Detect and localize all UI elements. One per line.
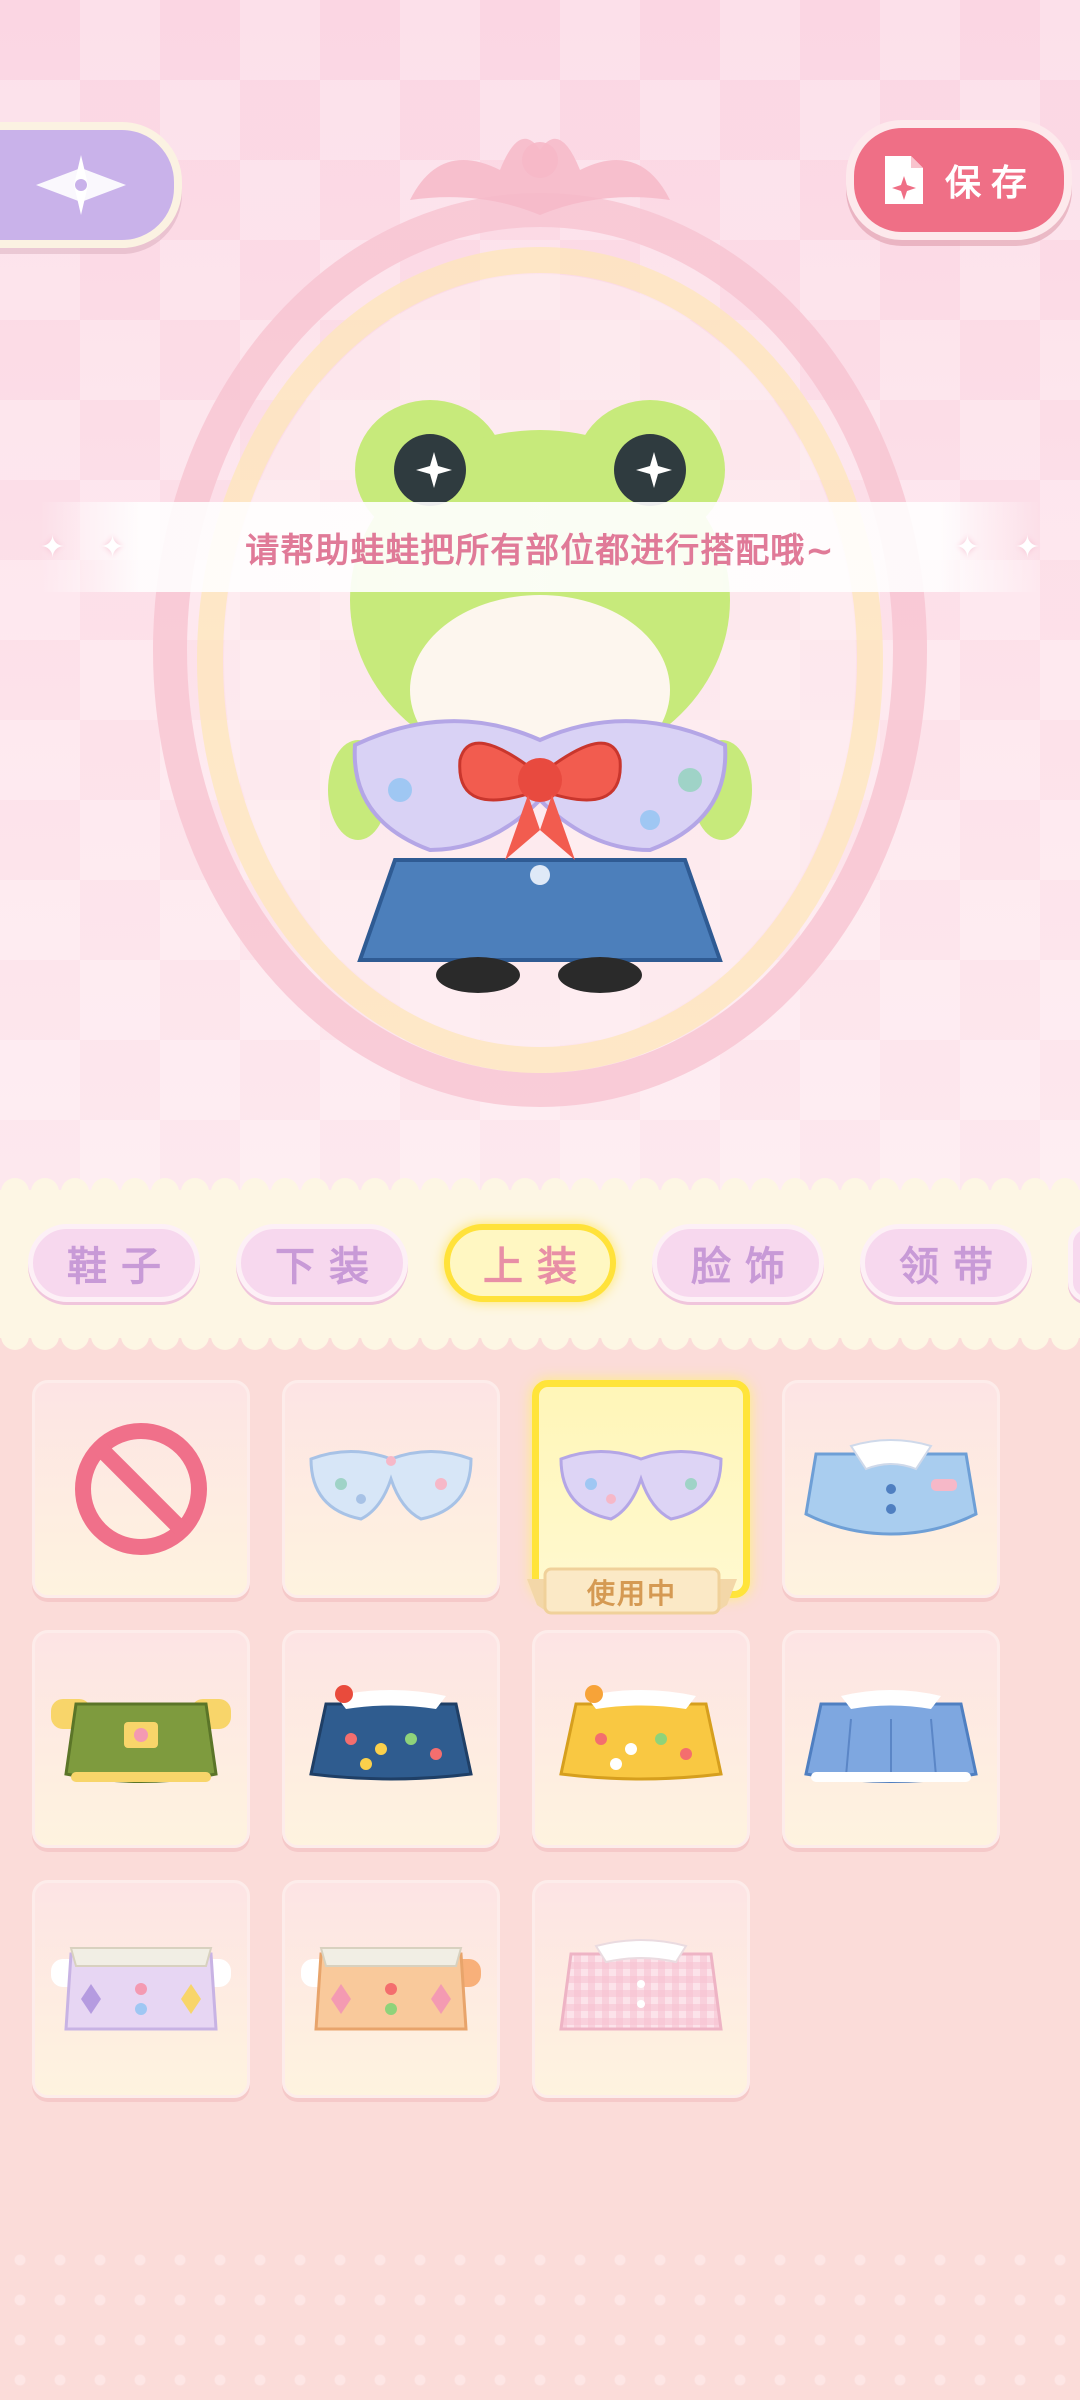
item-blue-floral-collar[interactable]: [282, 1380, 500, 1598]
bottom-decorative-pattern: [0, 2240, 1080, 2400]
dress-icon: [559, 1685, 723, 1781]
category-tab-bar: 鞋子 下装 上装 脸饰 领带: [0, 1176, 1080, 1352]
tab-ties[interactable]: 领带: [860, 1224, 1032, 1302]
dress-icon: [309, 1685, 473, 1781]
hint-text: 请帮助蛙蛙把所有部位都进行搭配哦~: [245, 530, 835, 571]
top-icon: [51, 1947, 231, 2031]
winged-star-back-icon: [36, 155, 126, 215]
tab-row: 鞋子 下装 上装 脸饰 领带: [28, 1224, 1080, 1302]
overalls-icon: [804, 1690, 978, 1783]
tab-next-partial[interactable]: [1068, 1224, 1080, 1302]
item-yellow-polka-dot-dress[interactable]: [532, 1630, 750, 1848]
item-navy-polka-dot-dress[interactable]: [282, 1630, 500, 1848]
in-use-badge: 使用中: [527, 1565, 737, 1619]
dressing-scene: 保存 ✦ ✦ 请帮助蛙蛙把所有部位都进行搭配哦~ ✦ ✦: [0, 0, 1080, 1200]
collar-icon: [309, 1450, 473, 1521]
item-lilac-argyle-top[interactable]: [32, 1880, 250, 2098]
tab-tops[interactable]: 上装: [444, 1224, 616, 1302]
tab-bottoms[interactable]: 下装: [236, 1224, 408, 1302]
top-icon: [301, 1947, 481, 2031]
tab-shoes[interactable]: 鞋子: [28, 1224, 200, 1302]
save-button[interactable]: 保存: [846, 120, 1072, 240]
scallop-edge: [0, 1176, 1080, 1200]
sparkle-icon: ✦: [100, 530, 126, 565]
overalls-icon: [51, 1699, 231, 1783]
jacket-icon: [804, 1439, 978, 1536]
item-green-flower-overalls[interactable]: [32, 1630, 250, 1848]
hint-banner: ✦ ✦ 请帮助蛙蛙把所有部位都进行搭配哦~ ✦ ✦: [40, 502, 1040, 592]
sparkle-icon: ✦: [954, 530, 980, 565]
tab-face-accessories[interactable]: 脸饰: [652, 1224, 824, 1302]
collar-icon: [559, 1450, 723, 1521]
sparkle-icon: ✦: [40, 530, 66, 565]
save-label: 保存: [944, 163, 1037, 204]
file-sparkle-icon: [884, 156, 923, 204]
item-none[interactable]: [32, 1380, 250, 1598]
item-peach-argyle-top[interactable]: [282, 1880, 500, 2098]
frog-character: [328, 400, 752, 993]
prohibited-icon: [75, 1423, 207, 1555]
scallop-edge: [0, 1328, 1080, 1352]
item-lavender-floral-collar[interactable]: 使用中: [527, 1380, 750, 1615]
top-icon: [559, 1939, 723, 2031]
item-light-blue-jacket[interactable]: [782, 1380, 1000, 1598]
item-pink-gingham-top[interactable]: [532, 1880, 750, 2098]
in-use-label: 使用中: [586, 1577, 677, 1610]
sparkle-icon: ✦: [1014, 530, 1040, 565]
back-button[interactable]: [0, 122, 182, 248]
item-blue-pleated-overalls[interactable]: [782, 1630, 1000, 1848]
